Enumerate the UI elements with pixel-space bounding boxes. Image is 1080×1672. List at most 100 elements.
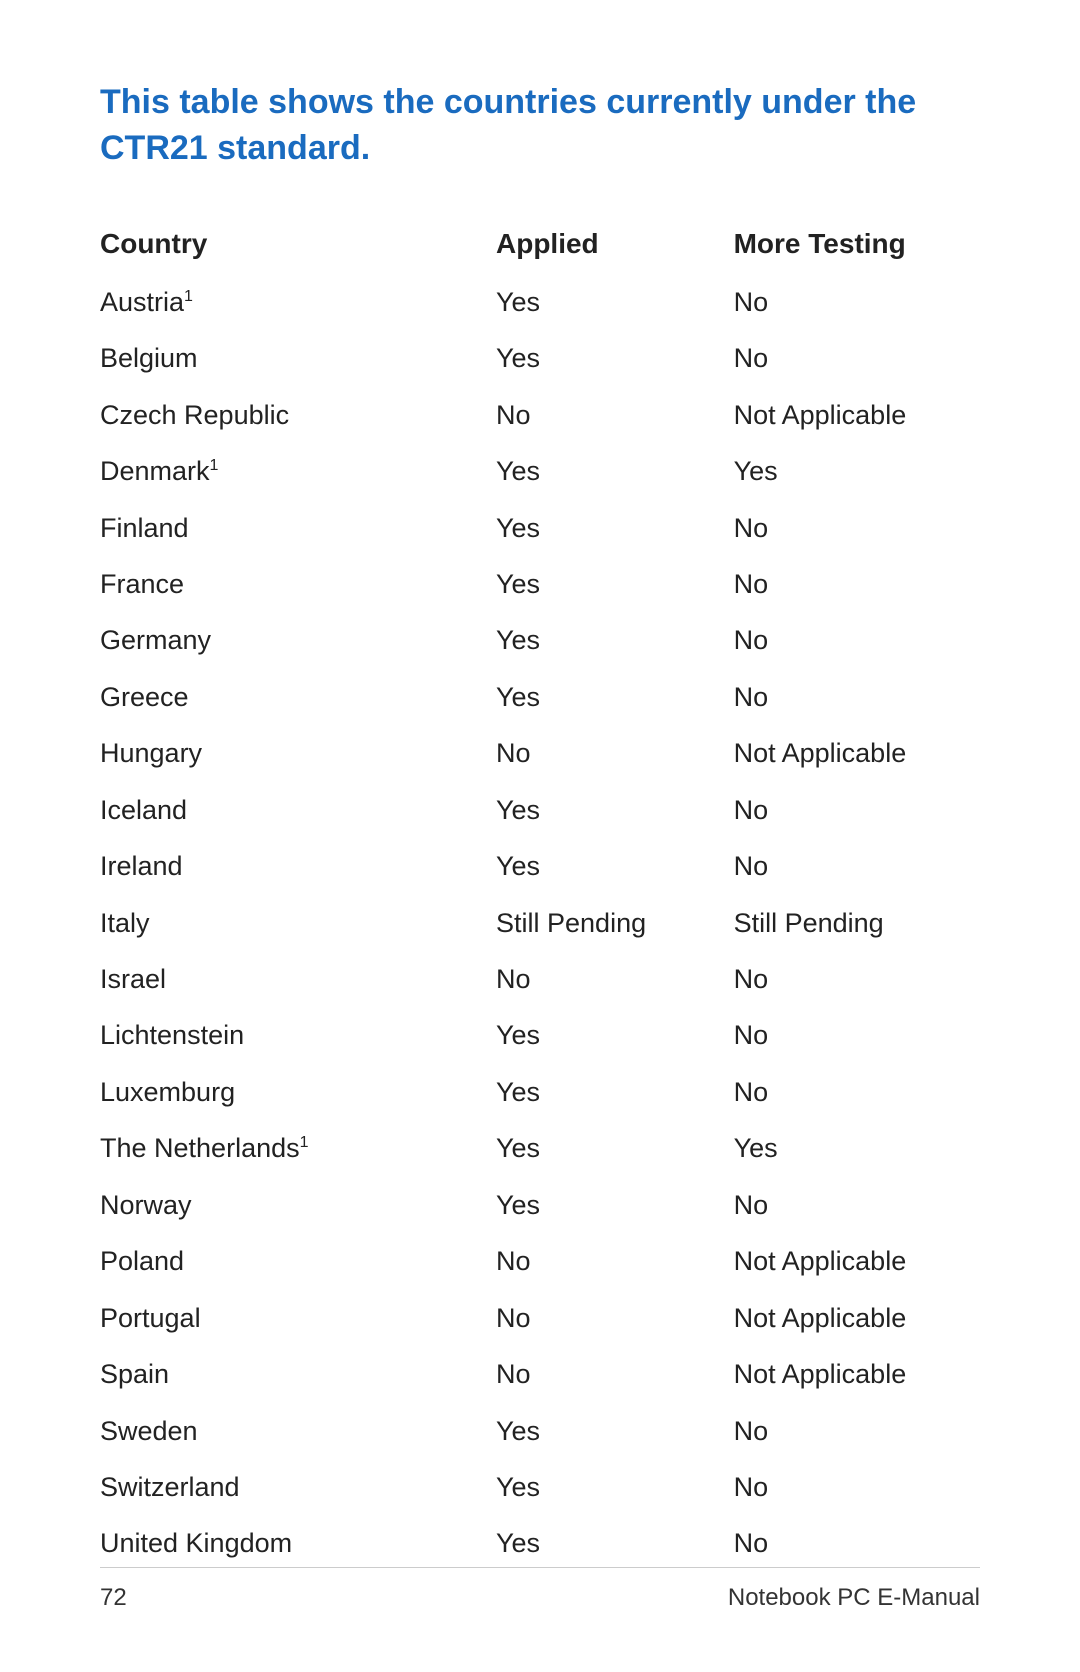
col-header-more-testing: More Testing: [734, 220, 980, 274]
cell-applied: No: [496, 951, 734, 1007]
cell-country: Ireland: [100, 838, 496, 894]
cell-country: Denmark1: [100, 443, 496, 499]
table-row: ItalyStill PendingStill Pending: [100, 895, 980, 951]
table-row: Austria1YesNo: [100, 274, 980, 330]
table-row: FranceYesNo: [100, 556, 980, 612]
table-row: IcelandYesNo: [100, 782, 980, 838]
cell-more-testing: Not Applicable: [734, 1346, 980, 1402]
table-row: SwedenYesNo: [100, 1403, 980, 1459]
table-row: IsraelNoNo: [100, 951, 980, 1007]
cell-more-testing: Not Applicable: [734, 387, 980, 443]
cell-applied: Yes: [496, 330, 734, 386]
table-row: United KingdomYesNo: [100, 1515, 980, 1571]
table-row: NorwayYesNo: [100, 1177, 980, 1233]
cell-more-testing: No: [734, 1515, 980, 1571]
table-row: IrelandYesNo: [100, 838, 980, 894]
table-row: LuxemburgYesNo: [100, 1064, 980, 1120]
table-row: Czech RepublicNoNot Applicable: [100, 387, 980, 443]
table-header-row: Country Applied More Testing: [100, 220, 980, 274]
cell-more-testing: No: [734, 330, 980, 386]
cell-country: Sweden: [100, 1403, 496, 1459]
cell-more-testing: No: [734, 500, 980, 556]
page-title: This table shows the countries currently…: [100, 80, 980, 172]
cell-country: Greece: [100, 669, 496, 725]
cell-country: Austria1: [100, 274, 496, 330]
cell-country: Czech Republic: [100, 387, 496, 443]
cell-more-testing: No: [734, 669, 980, 725]
col-header-applied: Applied: [496, 220, 734, 274]
cell-applied: Yes: [496, 274, 734, 330]
page-number: 72: [100, 1584, 127, 1612]
table-row: HungaryNoNot Applicable: [100, 725, 980, 781]
cell-more-testing: Yes: [734, 443, 980, 499]
table-row: PolandNoNot Applicable: [100, 1233, 980, 1289]
col-header-country: Country: [100, 220, 496, 274]
cell-applied: Yes: [496, 669, 734, 725]
cell-applied: Yes: [496, 782, 734, 838]
cell-more-testing: No: [734, 1007, 980, 1063]
cell-country: Norway: [100, 1177, 496, 1233]
table-row: Denmark1YesYes: [100, 443, 980, 499]
table-row: GermanyYesNo: [100, 612, 980, 668]
table-row: PortugalNoNot Applicable: [100, 1290, 980, 1346]
cell-country: Poland: [100, 1233, 496, 1289]
cell-country: Switzerland: [100, 1459, 496, 1515]
cell-country: United Kingdom: [100, 1515, 496, 1571]
cell-more-testing: No: [734, 1403, 980, 1459]
cell-applied: Yes: [496, 1007, 734, 1063]
cell-more-testing: No: [734, 838, 980, 894]
cell-country: Iceland: [100, 782, 496, 838]
cell-country: Germany: [100, 612, 496, 668]
table-row: SwitzerlandYesNo: [100, 1459, 980, 1515]
cell-country: Belgium: [100, 330, 496, 386]
cell-applied: Yes: [496, 612, 734, 668]
cell-more-testing: No: [734, 782, 980, 838]
cell-applied: No: [496, 387, 734, 443]
cell-more-testing: No: [734, 556, 980, 612]
cell-country: Italy: [100, 895, 496, 951]
ctr21-table: Country Applied More Testing Austria1Yes…: [100, 220, 980, 1572]
cell-applied: Yes: [496, 1177, 734, 1233]
page-container: This table shows the countries currently…: [0, 0, 1080, 1672]
cell-applied: Yes: [496, 1403, 734, 1459]
cell-more-testing: No: [734, 1064, 980, 1120]
cell-applied: Yes: [496, 1120, 734, 1176]
cell-applied: Still Pending: [496, 895, 734, 951]
table-row: LichtensteinYesNo: [100, 1007, 980, 1063]
cell-country: Spain: [100, 1346, 496, 1402]
cell-applied: Yes: [496, 556, 734, 612]
cell-applied: No: [496, 1346, 734, 1402]
cell-country: Hungary: [100, 725, 496, 781]
cell-more-testing: No: [734, 951, 980, 1007]
cell-applied: No: [496, 725, 734, 781]
table-row: The Netherlands1YesYes: [100, 1120, 980, 1176]
cell-more-testing: No: [734, 1177, 980, 1233]
cell-country: Israel: [100, 951, 496, 1007]
footer: 72 Notebook PC E-Manual: [100, 1567, 980, 1612]
cell-applied: No: [496, 1290, 734, 1346]
cell-applied: Yes: [496, 1064, 734, 1120]
cell-more-testing: Yes: [734, 1120, 980, 1176]
cell-country: France: [100, 556, 496, 612]
cell-applied: Yes: [496, 838, 734, 894]
table-row: BelgiumYesNo: [100, 330, 980, 386]
cell-more-testing: No: [734, 274, 980, 330]
cell-applied: Yes: [496, 443, 734, 499]
cell-applied: Yes: [496, 1459, 734, 1515]
book-title: Notebook PC E-Manual: [728, 1584, 980, 1612]
cell-more-testing: Still Pending: [734, 895, 980, 951]
cell-country: Luxemburg: [100, 1064, 496, 1120]
table-row: SpainNoNot Applicable: [100, 1346, 980, 1402]
cell-applied: Yes: [496, 1515, 734, 1571]
table-row: FinlandYesNo: [100, 500, 980, 556]
cell-more-testing: Not Applicable: [734, 1290, 980, 1346]
cell-more-testing: Not Applicable: [734, 725, 980, 781]
cell-more-testing: Not Applicable: [734, 1233, 980, 1289]
cell-more-testing: No: [734, 1459, 980, 1515]
cell-applied: Yes: [496, 500, 734, 556]
cell-country: Finland: [100, 500, 496, 556]
cell-applied: No: [496, 1233, 734, 1289]
table-row: GreeceYesNo: [100, 669, 980, 725]
cell-country: The Netherlands1: [100, 1120, 496, 1176]
cell-more-testing: No: [734, 612, 980, 668]
